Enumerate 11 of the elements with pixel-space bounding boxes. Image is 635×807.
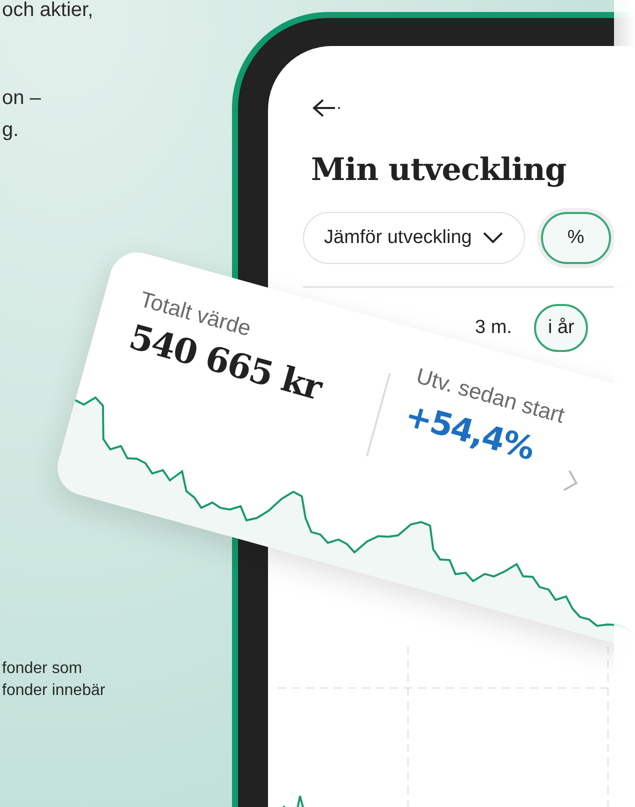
chevron-down-icon	[482, 231, 504, 245]
compare-dropdown[interactable]: Jämför utveckling	[303, 212, 525, 264]
intro-text: och aktier,	[2, 0, 94, 23]
intro-text: g.	[2, 118, 19, 143]
screen-title: Min utveckling	[311, 152, 568, 188]
back-arrow-icon[interactable]	[311, 98, 341, 118]
period-tab[interactable]: i år	[534, 304, 588, 352]
disclaimer-text: fonder som	[2, 659, 84, 679]
period-tab[interactable]: 3 m.	[461, 304, 526, 352]
intro-text: on –	[2, 86, 41, 111]
disclaimer-text: fonder innebär	[2, 681, 106, 701]
